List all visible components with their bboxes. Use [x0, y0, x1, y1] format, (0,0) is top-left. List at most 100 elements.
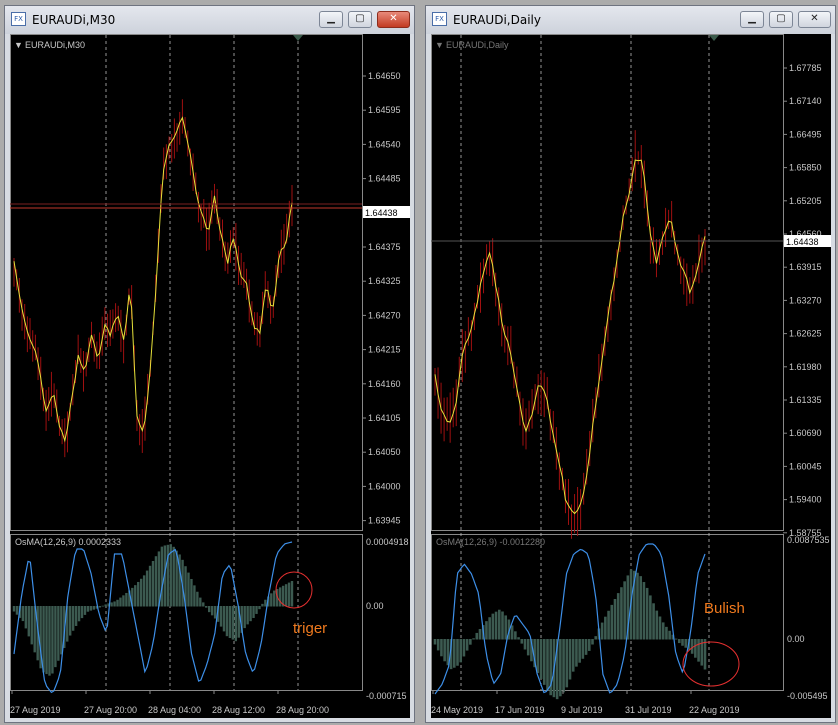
- histogram-bar: [273, 590, 276, 607]
- histogram-bar: [89, 606, 93, 611]
- histogram-bar: [196, 591, 199, 607]
- time-tick-label: 27 Aug 2019: [10, 705, 61, 715]
- histogram-bar: [48, 606, 51, 676]
- osc-tick-label: 0.0087535: [787, 535, 830, 545]
- histogram-bar: [98, 606, 101, 608]
- histogram-bar: [134, 585, 137, 607]
- histogram-bar: [172, 546, 175, 607]
- chart-symbol-label: EURAUDi,Daily: [446, 40, 509, 50]
- histogram-bar: [270, 593, 273, 607]
- histogram-bar: [581, 639, 585, 659]
- chart-shift-marker[interactable]: [293, 35, 303, 41]
- histogram-bar: [57, 606, 60, 661]
- histogram-bar: [536, 639, 540, 674]
- histogram-bar: [137, 581, 140, 607]
- histogram-bar: [690, 639, 694, 654]
- time-tick-label: 17 Jun 2019: [495, 705, 545, 715]
- histogram-bar: [83, 606, 87, 615]
- chart-area[interactable]: 1.646501.645951.645401.644851.644301.643…: [10, 34, 410, 718]
- chart-symbol-label: EURAUDi,M30: [25, 40, 85, 50]
- price-tick-label: 1.65205: [789, 196, 822, 206]
- histogram-bar: [71, 606, 75, 631]
- price-tick-label: 1.63915: [789, 262, 822, 272]
- histogram-bar: [613, 599, 617, 640]
- histogram-bar: [68, 606, 72, 636]
- histogram-bar: [639, 576, 643, 640]
- bullish-annotation: Bulish: [704, 600, 745, 617]
- window-euraud-m30[interactable]: FX EURAUDi,M30 ▁ ▢ ✕ 1.64650 1.64595 1.645…: [4, 5, 415, 723]
- price-tick-label: 1.60690: [789, 428, 822, 438]
- chart-area[interactable]: 1.67785 1.67140 1.66495 1.65850 1.65205 1.645…: [431, 34, 831, 718]
- time-tick-label: 24 May 2019: [431, 705, 483, 715]
- histogram-bar: [21, 606, 25, 622]
- histogram-bar: [562, 639, 565, 693]
- histogram-bar: [681, 639, 684, 646]
- histogram-bar: [207, 606, 211, 613]
- histogram-bar: [478, 629, 482, 640]
- maximize-button[interactable]: ▢: [769, 11, 793, 28]
- histogram-bar: [252, 606, 255, 618]
- minimize-button[interactable]: ▁: [740, 11, 764, 28]
- chart-window-icon: FX: [432, 12, 447, 26]
- histogram-bar: [443, 639, 446, 662]
- histogram-bar: [290, 581, 294, 607]
- histogram-bar: [587, 639, 591, 651]
- histogram-bar: [546, 639, 549, 691]
- osc-tick-label: 0.00: [366, 601, 384, 611]
- histogram-bar: [642, 582, 646, 640]
- histogram-bar: [452, 639, 456, 668]
- minimize-button[interactable]: ▁: [319, 11, 343, 28]
- histogram-bar: [620, 587, 623, 640]
- histogram-bar: [542, 639, 546, 685]
- close-button[interactable]: ✕: [377, 11, 410, 28]
- histogram-bar: [202, 602, 205, 607]
- histogram-bar: [199, 597, 202, 607]
- price-tick-label: 1.67785: [789, 63, 822, 73]
- histogram-bar: [636, 572, 639, 640]
- histogram-bar: [665, 626, 668, 640]
- histogram-bar: [51, 606, 54, 674]
- chart-canvas[interactable]: 1.677851.671401.664951.658501.652051.645…: [431, 34, 831, 718]
- histogram-bar: [74, 606, 78, 626]
- trigger-annotation: triger: [293, 620, 328, 637]
- price-tick-label: 1.63945: [368, 516, 401, 526]
- histogram-bar: [142, 575, 146, 607]
- chart-canvas[interactable]: 1.646501.645951.645401.644851.644301.643…: [10, 34, 410, 718]
- histogram-bar: [30, 606, 33, 645]
- time-tick-label: 28 Aug 04:00: [148, 705, 201, 715]
- histogram-bar: [497, 609, 501, 640]
- chart-menu-triangle[interactable]: ▼: [435, 40, 444, 50]
- price-line: [434, 159, 706, 515]
- time-tick-label: 9 Jul 2019: [561, 705, 603, 715]
- histogram-bar: [459, 639, 463, 663]
- titlebar[interactable]: FX EURAUDi,M30 ▁ ▢ ✕: [5, 6, 414, 34]
- histogram-bar: [86, 606, 90, 612]
- osma-label: OsMA(12,26,9) -0.0012280: [436, 537, 545, 547]
- osc-tick-label: -0.005495: [787, 691, 828, 701]
- histogram-bar: [623, 581, 626, 640]
- histogram-bar: [122, 595, 125, 607]
- annotation-circle: [682, 641, 740, 687]
- price-tick-label: 1.64650: [368, 71, 401, 81]
- histogram-bar: [287, 582, 291, 607]
- histogram-bar: [456, 639, 459, 666]
- close-button[interactable]: ✕: [798, 11, 831, 28]
- histogram-bar: [92, 606, 96, 610]
- histogram-bar: [523, 639, 527, 650]
- price-tick-label: 1.62625: [789, 329, 822, 339]
- histogram-bar: [193, 585, 196, 607]
- histogram-bar: [591, 639, 594, 645]
- window-euraud-daily[interactable]: FX EURAUDi,Daily ▁ ▢ ✕ 1.67785 1.67140 1.6…: [425, 5, 836, 723]
- histogram-bar: [113, 601, 116, 607]
- histogram-bar: [520, 639, 524, 644]
- titlebar[interactable]: FX EURAUDi,Daily ▁ ▢ ✕: [426, 6, 835, 34]
- chart-shift-marker[interactable]: [709, 35, 719, 41]
- histogram-bar: [104, 604, 107, 607]
- histogram-bar: [485, 621, 488, 640]
- histogram-bar: [258, 606, 261, 610]
- histogram-bar: [684, 639, 688, 648]
- price-tick-label: 1.60045: [789, 461, 822, 471]
- maximize-button[interactable]: ▢: [348, 11, 372, 28]
- chart-menu-triangle[interactable]: ▼: [14, 40, 23, 50]
- histogram-bar: [472, 638, 475, 640]
